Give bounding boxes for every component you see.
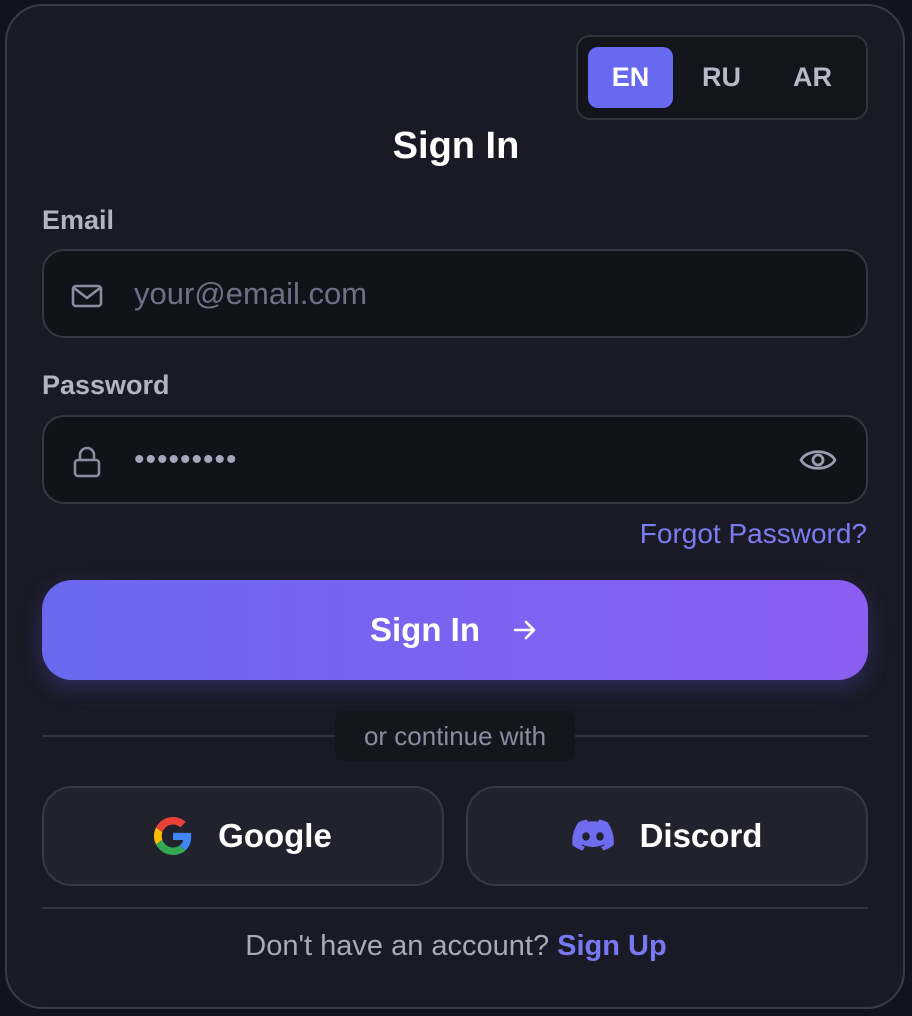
- footer-divider: [42, 907, 868, 909]
- arrow-right-icon: [513, 620, 536, 640]
- lang-en-button[interactable]: EN: [588, 47, 673, 108]
- password-field[interactable]: •••••••••: [42, 415, 868, 504]
- password-label: Password: [42, 370, 170, 400]
- email-label: Email: [42, 205, 115, 235]
- google-button-label: Google: [218, 817, 332, 854]
- lang-ru-button[interactable]: RU: [679, 47, 764, 108]
- sign-in-button-label: Sign In: [370, 611, 480, 648]
- sign-in-button[interactable]: Sign In: [42, 580, 868, 680]
- mail-icon: [71, 284, 103, 308]
- divider-text: or continue with: [335, 711, 575, 761]
- signup-prompt: Don't have an account? Sign Up: [0, 930, 912, 963]
- signup-prompt-text: Don't have an account?: [245, 930, 550, 962]
- eye-icon[interactable]: [798, 442, 838, 478]
- email-field[interactable]: your@email.com: [42, 249, 868, 338]
- page-title: Sign In: [392, 125, 520, 167]
- google-button[interactable]: Google: [42, 786, 444, 886]
- discord-button-label: Discord: [639, 817, 763, 854]
- password-value: •••••••••: [134, 442, 238, 476]
- discord-icon: [571, 819, 614, 851]
- lock-icon: [73, 446, 101, 478]
- discord-button[interactable]: Discord: [466, 786, 868, 886]
- forgot-password-link[interactable]: Forgot Password?: [640, 518, 867, 550]
- google-icon: [154, 817, 192, 855]
- lang-ar-button[interactable]: AR: [770, 47, 855, 108]
- sign-up-link[interactable]: Sign Up: [557, 930, 667, 962]
- language-switcher: EN RU AR: [576, 35, 868, 120]
- email-placeholder: your@email.com: [134, 275, 368, 311]
